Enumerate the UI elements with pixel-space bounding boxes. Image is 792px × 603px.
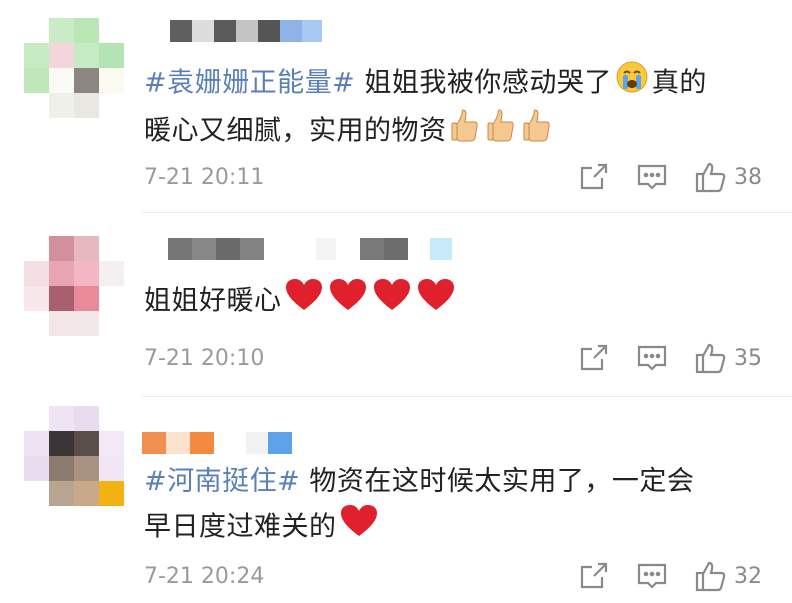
username-blurred[interactable] <box>142 238 452 260</box>
comment-text-part: 姐姐我被你感动哭了 <box>355 67 612 99</box>
comment-text-part: 姐姐好暖心 <box>144 285 282 317</box>
avatar[interactable] <box>24 406 124 506</box>
thumbs-up-icon <box>694 160 728 194</box>
avatar[interactable] <box>24 236 124 336</box>
comment-text-part: 真的 <box>651 67 707 99</box>
comment-text: 姐姐好暖心 <box>144 278 774 326</box>
thumbs-up-emoji <box>486 108 516 156</box>
thumbs-up-emoji <box>450 108 480 156</box>
hashtag-link[interactable]: #袁姗姗正能量# <box>144 68 355 99</box>
like-button[interactable]: 32 <box>694 559 762 593</box>
hashtag-link[interactable]: #河南挺住# <box>144 466 300 497</box>
comment-actions: 38 <box>552 160 762 194</box>
avatar[interactable] <box>24 18 124 118</box>
comment-actions: 35 <box>552 341 762 375</box>
share-button[interactable] <box>578 342 610 374</box>
comment-actions: 32 <box>552 559 762 593</box>
comment-item: #河南挺住# 物资在这时候太实用了，一定会 早日度过难关的 7-21 20:24… <box>0 396 792 603</box>
comment-icon <box>636 560 668 592</box>
username-blurred[interactable] <box>142 432 292 454</box>
red-heart-emoji <box>340 504 378 552</box>
comment-text-part: 暖心又细腻，实用的物资 <box>144 115 447 147</box>
like-count: 32 <box>734 563 762 589</box>
comment-text: #河南挺住# 物资在这时候太实用了，一定会 早日度过难关的 <box>144 460 774 552</box>
share-icon <box>578 342 610 374</box>
red-heart-emoji <box>373 278 411 326</box>
comment-item: 姐姐好暖心 7-21 20:10 35 <box>0 212 792 396</box>
like-count: 38 <box>734 164 762 190</box>
timestamp: 7-21 20:11 <box>144 165 265 190</box>
red-heart-emoji <box>285 278 323 326</box>
like-button[interactable]: 35 <box>694 341 762 375</box>
thumbs-up-emoji <box>522 108 552 156</box>
comment-text: #袁姗姗正能量# 姐姐我被你感动哭了 真的 暖心又细腻，实用的物资 <box>144 60 774 156</box>
crying-face-emoji <box>615 60 649 108</box>
comment-button[interactable] <box>636 560 668 592</box>
like-count: 35 <box>734 345 762 371</box>
username-blurred[interactable] <box>142 20 322 42</box>
comment-item: #袁姗姗正能量# 姐姐我被你感动哭了 真的 暖心又细腻，实用的物资 7-21 20… <box>0 0 792 212</box>
share-icon <box>578 560 610 592</box>
comment-icon <box>636 342 668 374</box>
comment-text-part: 早日度过难关的 <box>144 511 337 543</box>
timestamp: 7-21 20:10 <box>144 346 265 371</box>
share-button[interactable] <box>578 161 610 193</box>
thumbs-up-icon <box>694 559 728 593</box>
comment-button[interactable] <box>636 342 668 374</box>
red-heart-emoji <box>417 278 455 326</box>
share-icon <box>578 161 610 193</box>
thumbs-up-icon <box>694 341 728 375</box>
red-heart-emoji <box>329 278 367 326</box>
comment-button[interactable] <box>636 161 668 193</box>
comment-icon <box>636 161 668 193</box>
comment-text-part: 物资在这时候太实用了，一定会 <box>300 466 695 497</box>
like-button[interactable]: 38 <box>694 160 762 194</box>
share-button[interactable] <box>578 560 610 592</box>
timestamp: 7-21 20:24 <box>144 564 265 589</box>
